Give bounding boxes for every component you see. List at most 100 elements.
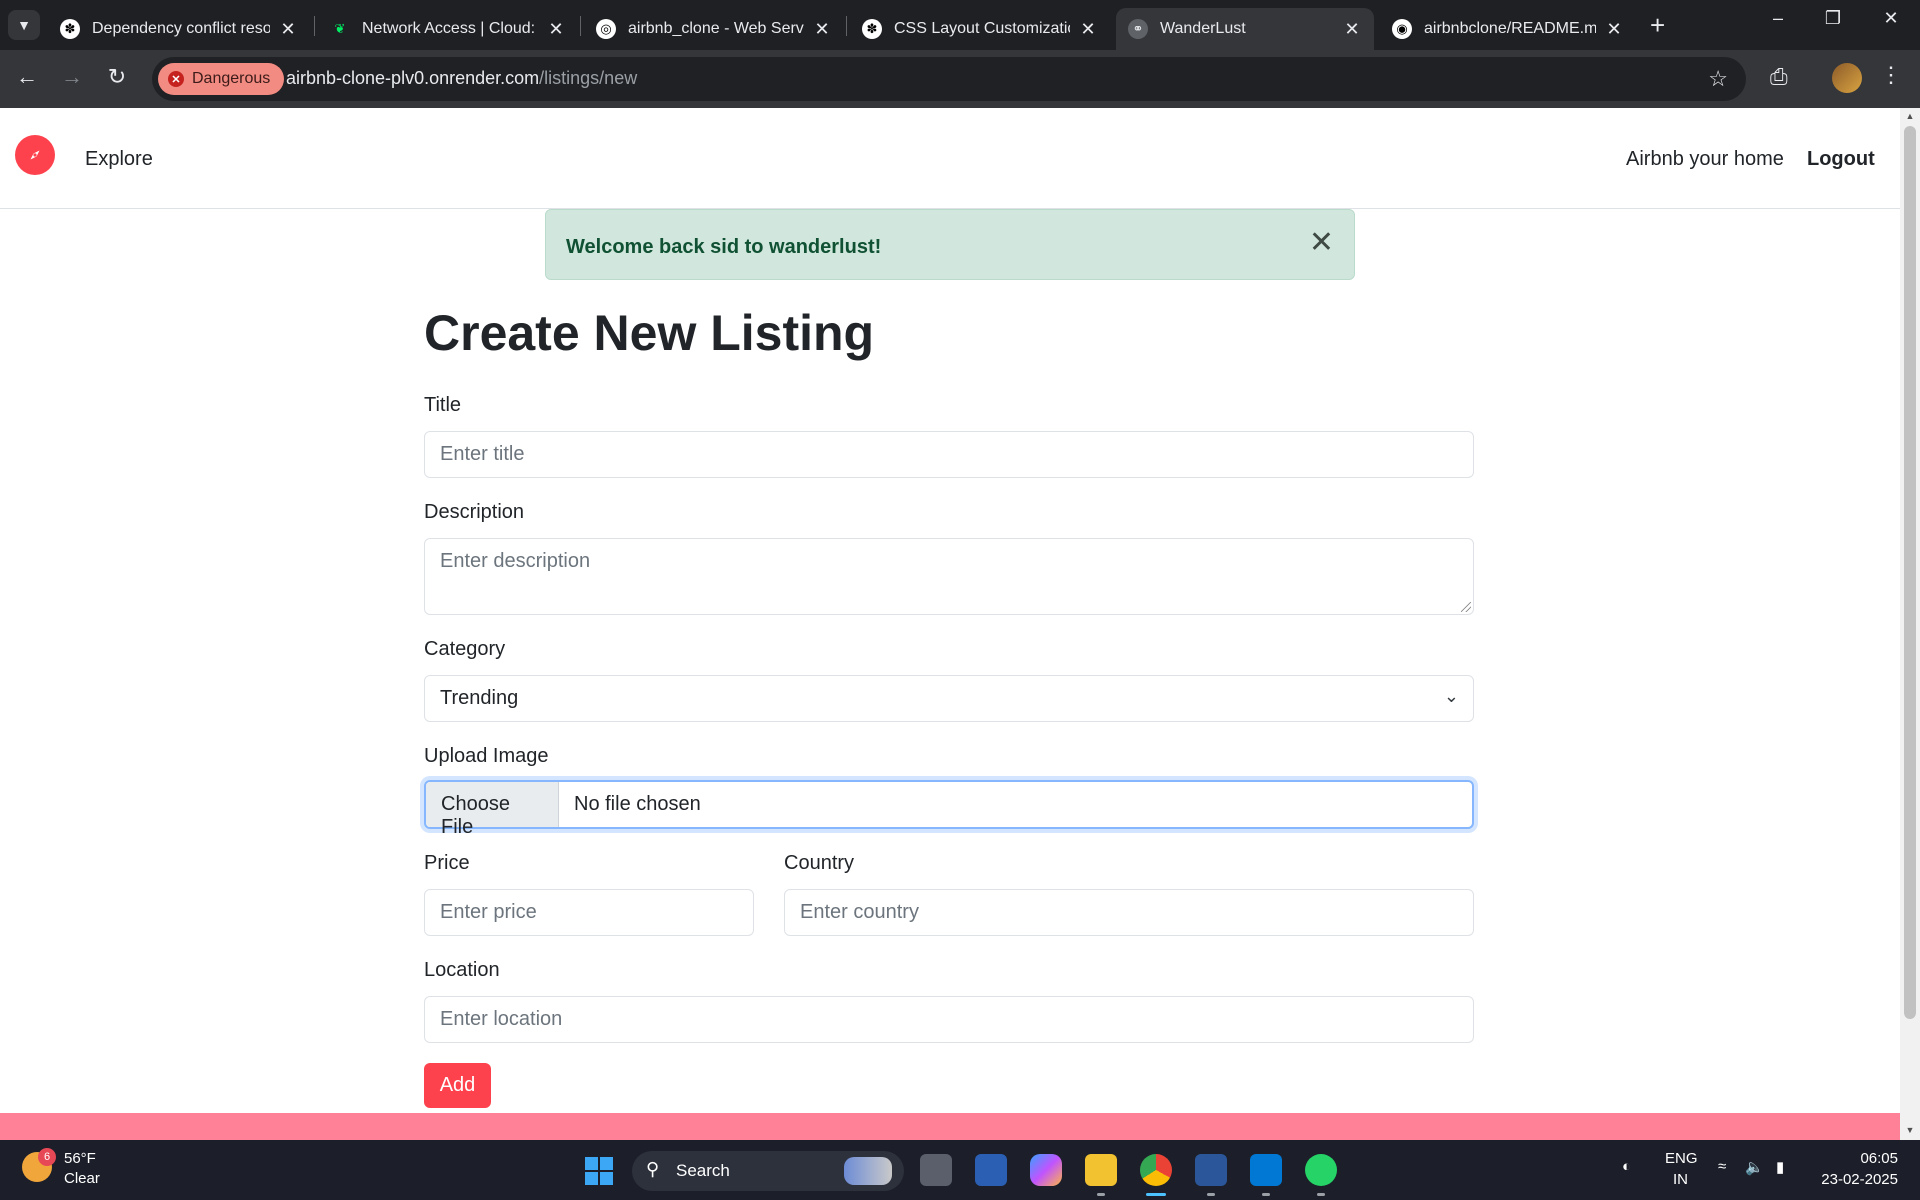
browser-toolbar: ← → ↻ ✕ Dangerous airbnb-clone-plv0.onre… <box>0 50 1920 108</box>
browser-tab-bar: ▼ ✽ Dependency conflict resolu ✕ ❦ Netwo… <box>0 0 1920 50</box>
tab-airbnb-clone-web-service[interactable]: ◎ airbnb_clone - Web Servic ✕ <box>584 8 844 50</box>
tab-wanderlust[interactable]: ⚭ WanderLust ✕ <box>1116 8 1374 50</box>
scroll-up-icon[interactable]: ▲ <box>1904 111 1916 121</box>
chrome-icon[interactable] <box>1140 1154 1172 1186</box>
vscode-icon[interactable] <box>1250 1154 1282 1186</box>
extensions-puzzle-icon[interactable]: ⎙ <box>1770 64 1788 90</box>
profile-avatar[interactable] <box>1832 63 1862 93</box>
compass-icon <box>30 150 40 160</box>
upload-image-label: Upload Image <box>424 745 549 767</box>
new-tab-plus-icon[interactable]: + <box>1650 10 1665 41</box>
tab-title: WanderLust <box>1160 20 1246 37</box>
mongodb-leaf-icon: ❦ <box>334 21 346 36</box>
weather-badge: 6 <box>38 1148 56 1166</box>
wifi-icon[interactable]: ≈ <box>1718 1158 1726 1175</box>
clock-date[interactable]: 23-02-2025 <box>1812 1171 1898 1188</box>
country-input[interactable]: Enter country <box>784 889 1474 936</box>
close-icon[interactable]: ✕ <box>546 19 566 40</box>
description-textarea[interactable]: Enter description <box>424 538 1474 615</box>
nav-airbnb-your-home-link[interactable]: Airbnb your home <box>1626 148 1784 171</box>
file-explorer-icon[interactable] <box>1085 1154 1117 1186</box>
security-chip-label: Dangerous <box>192 70 271 87</box>
tab-title: Dependency conflict resolu <box>92 20 270 37</box>
location-placeholder: Enter location <box>440 1008 563 1030</box>
forward-arrow-icon[interactable]: → <box>57 64 87 90</box>
back-arrow-icon[interactable]: ← <box>12 64 42 90</box>
flash-alert: Welcome back sid to wanderlust! ✕ <box>545 209 1355 280</box>
resize-grip-icon[interactable] <box>1461 602 1471 612</box>
powershell-icon[interactable] <box>975 1154 1007 1186</box>
word-icon[interactable] <box>1195 1154 1227 1186</box>
category-select[interactable]: Trending ⌄ <box>424 675 1474 722</box>
url-text[interactable]: airbnb-clone-plv0.onrender.com/listings/… <box>286 68 637 89</box>
language-primary[interactable]: ENG <box>1665 1150 1698 1167</box>
tab-title: CSS Layout Customization <box>894 20 1070 37</box>
scroll-down-icon[interactable]: ▼ <box>1904 1125 1916 1135</box>
battery-icon[interactable]: ▮ <box>1776 1158 1784 1176</box>
taskbar-search[interactable]: ⚲ Search <box>632 1151 904 1191</box>
description-placeholder: Enter description <box>440 550 591 572</box>
title-placeholder: Enter title <box>440 443 525 465</box>
more-menu-icon[interactable]: ⋮ <box>1880 62 1902 88</box>
volume-icon[interactable]: 🔈 <box>1745 1158 1764 1176</box>
active-indicator <box>1146 1193 1166 1196</box>
nav-logout-link[interactable]: Logout <box>1807 148 1875 171</box>
close-icon[interactable]: ✕ <box>1604 19 1624 40</box>
bookmark-star-icon[interactable]: ☆ <box>1708 66 1728 92</box>
description-label: Description <box>424 501 525 523</box>
url-host: airbnb-clone-plv0.onrender.com <box>286 68 540 88</box>
task-view-icon[interactable] <box>920 1154 952 1186</box>
page-viewport: Explore Airbnb your home Logout Welcome … <box>0 108 1900 1113</box>
price-input[interactable]: Enter price <box>424 889 754 936</box>
category-label: Category <box>424 638 506 660</box>
network-status-icon[interactable]: ◐ <box>1622 1158 1631 1175</box>
alert-close-icon[interactable]: ✕ <box>1309 228 1334 258</box>
price-placeholder: Enter price <box>440 901 537 923</box>
close-icon[interactable]: ✕ <box>1342 19 1362 40</box>
nav-explore-link[interactable]: Explore <box>85 148 153 171</box>
windows-start-icon[interactable] <box>585 1157 613 1185</box>
close-icon[interactable]: ✕ <box>812 19 832 40</box>
clock-time[interactable]: 06:05 <box>1822 1150 1898 1167</box>
taskbar-search-label: Search <box>676 1161 730 1180</box>
tab-separator <box>580 16 581 36</box>
choose-file-button[interactable]: Choose File <box>426 782 559 838</box>
openai-icon: ✽ <box>60 19 80 39</box>
page-scrollbar[interactable]: ▲ ▼ <box>1900 108 1920 1140</box>
category-selected-value: Trending <box>440 687 519 709</box>
page-title: Create New Listing <box>424 305 875 361</box>
add-button[interactable]: Add <box>424 1063 491 1108</box>
security-warning-chip[interactable]: ✕ Dangerous <box>158 63 285 95</box>
image-file-input[interactable]: Choose File No file chosen <box>424 780 1474 838</box>
reload-icon[interactable]: ↻ <box>102 64 132 90</box>
minimize-icon[interactable]: – <box>1758 8 1798 29</box>
tab-dependency-conflict[interactable]: ✽ Dependency conflict resolu ✕ <box>48 8 310 50</box>
window-close-icon[interactable]: ✕ <box>1871 8 1911 29</box>
restore-icon[interactable]: ❐ <box>1813 8 1853 29</box>
tab-network-access[interactable]: ❦ Network Access | Cloud: M ✕ <box>318 8 578 50</box>
tab-separator <box>846 16 847 36</box>
country-label: Country <box>784 852 855 874</box>
footer-strip <box>0 1113 1900 1140</box>
compass-logo-icon[interactable] <box>15 135 55 175</box>
tab-title: Network Access | Cloud: M <box>362 20 538 37</box>
tab-search-chevron-icon[interactable]: ▼ <box>8 10 40 40</box>
running-indicator <box>1097 1193 1105 1196</box>
globe-icon: ⚭ <box>1128 19 1148 39</box>
close-icon[interactable]: ✕ <box>1078 19 1098 40</box>
chevron-down-icon: ⌄ <box>1443 686 1459 706</box>
title-input[interactable]: Enter title <box>424 431 1474 478</box>
address-bar[interactable]: ✕ Dangerous airbnb-clone-plv0.onrender.c… <box>152 57 1746 101</box>
location-input[interactable]: Enter location <box>424 996 1474 1043</box>
tab-css-layout[interactable]: ✽ CSS Layout Customization ✕ <box>850 8 1110 50</box>
site-navbar: Explore Airbnb your home Logout <box>0 108 1900 209</box>
close-icon[interactable]: ✕ <box>278 19 298 40</box>
tab-title: airbnbclone/README.md a <box>1424 20 1596 37</box>
copilot-icon[interactable] <box>1030 1154 1062 1186</box>
search-highlight-image <box>844 1157 892 1185</box>
tab-github-readme[interactable]: ◉ airbnbclone/README.md a ✕ <box>1380 8 1636 50</box>
whatsapp-icon[interactable] <box>1305 1154 1337 1186</box>
scroll-thumb[interactable] <box>1904 126 1916 1019</box>
running-indicator <box>1262 1193 1270 1196</box>
language-secondary[interactable]: IN <box>1673 1171 1688 1188</box>
